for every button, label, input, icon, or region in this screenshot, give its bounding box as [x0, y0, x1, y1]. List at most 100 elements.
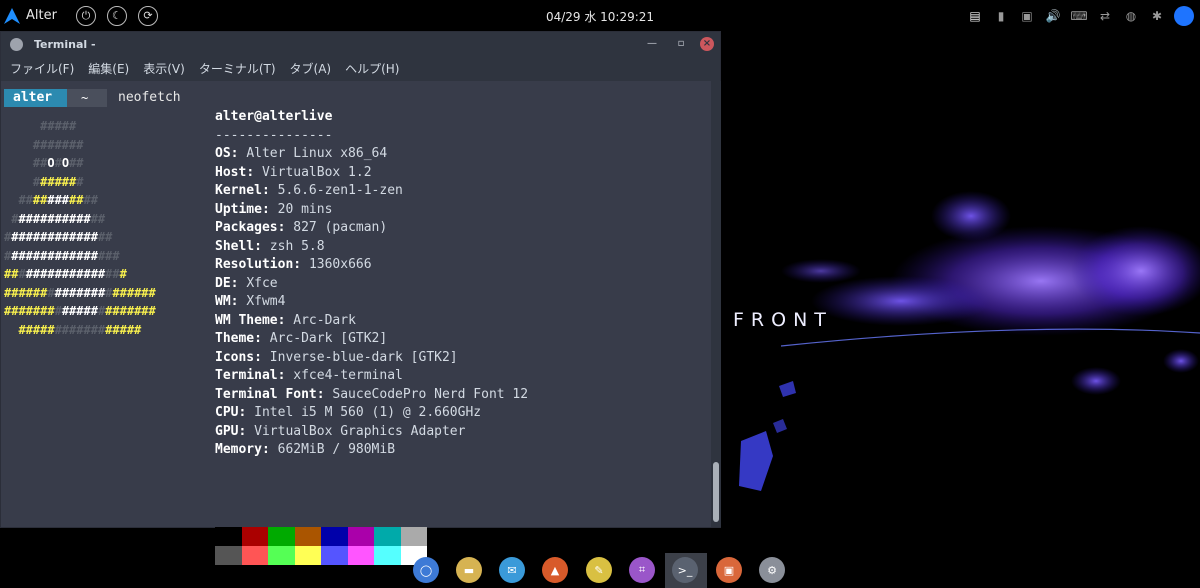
prompt-dir-segment: ~: [67, 89, 107, 107]
alter-logo-icon[interactable]: [3, 7, 21, 25]
dock: ◯ ▬ ✉ ▲ ✎ ⌗ >_ ▣ ⚙: [0, 548, 1200, 588]
info-user-host: alter@alterlive: [215, 109, 333, 124]
wallpaper: [739, 191, 1200, 491]
info-key: Uptime: [215, 201, 262, 217]
ascii-logo-segment: ##: [69, 156, 84, 170]
maximize-button[interactable]: ▫: [674, 37, 688, 51]
app-installer-icon[interactable]: ▣: [716, 557, 742, 583]
info-line: Theme: Arc-Dark [GTK2]: [215, 331, 388, 346]
desktop: FRONT Alter ⏻ ☾ ⟳ 04/29 水 10:29:21 ▤ ▮ ▣…: [0, 0, 1200, 588]
text-editor-icon[interactable]: ✎: [586, 557, 612, 583]
restart-icon: ⟳: [143, 9, 153, 22]
restart-button[interactable]: ⟳: [137, 5, 158, 26]
ascii-logo-segment: #####: [105, 322, 142, 337]
ascii-logo-segment: ##: [4, 156, 48, 170]
ascii-logo-segment: ##########: [18, 211, 91, 226]
palette-swatch: [241, 527, 268, 546]
ascii-logo-segment: ######: [112, 285, 156, 300]
menu-view[interactable]: 表示(V): [143, 60, 185, 77]
info-key: GPU: [215, 423, 239, 439]
volume-icon[interactable]: 🔊: [1046, 9, 1061, 23]
ascii-logo-segment: #######: [105, 304, 156, 318]
info-key: Host: [215, 164, 247, 180]
terminal-output[interactable]: alter ~ neofetch ##### ####### ##O#O## #…: [1, 81, 711, 565]
ascii-logo-segment: #: [18, 267, 26, 281]
window-title: Terminal -: [34, 37, 96, 51]
info-key: OS: [215, 146, 231, 161]
notification-icon[interactable]: ▣: [1020, 9, 1034, 23]
mail-icon[interactable]: ✉: [499, 557, 525, 583]
menu-help[interactable]: ヘルプ(H): [345, 60, 399, 77]
palette-swatch: [374, 527, 401, 546]
ascii-logo-segment: #######: [4, 137, 84, 152]
battery-icon[interactable]: ▮: [994, 9, 1008, 23]
browser-icon[interactable]: ◯: [413, 557, 439, 583]
info-key: Theme: [215, 331, 255, 346]
power-button[interactable]: ⏻: [75, 5, 96, 26]
info-key: Terminal: [215, 368, 278, 383]
ascii-logo-segment: #: [47, 285, 55, 300]
prompt-command: neofetch: [118, 90, 181, 105]
menu-terminal[interactable]: ターミナル(T): [199, 60, 276, 77]
window-titlebar[interactable]: Terminal - — ▫ ×: [1, 32, 720, 56]
info-key: Shell: [215, 238, 255, 254]
clipboard-icon[interactable]: ▤: [968, 9, 982, 23]
info-key: CPU: [215, 405, 239, 420]
clock[interactable]: 04/29 水 10:29:21: [530, 8, 670, 25]
ascii-logo-segment: ######: [4, 285, 48, 300]
info-key: Resolution: [215, 257, 294, 272]
applications-menu[interactable]: Alter: [26, 8, 57, 23]
ascii-logo-segment: ###: [47, 193, 70, 207]
menu-tabs[interactable]: タブ(A): [290, 60, 332, 77]
suspend-button[interactable]: ☾: [106, 5, 127, 26]
ascii-logo-segment: #######: [54, 285, 106, 300]
info-value: Inverse-blue-dark [GTK2]: [269, 349, 458, 365]
ascii-logo-segment: #: [54, 156, 62, 170]
ascii-logo-segment: ############: [11, 248, 98, 263]
vlc-icon[interactable]: ▲: [542, 557, 568, 583]
info-value: 662MiB / 980MiB: [277, 442, 396, 457]
power-icon: ⏻: [81, 9, 91, 22]
palette-swatch: [347, 527, 374, 546]
close-button[interactable]: ×: [700, 37, 714, 51]
ascii-logo-row: #####################: [4, 284, 156, 303]
info-line: WM: Xfwm4: [215, 294, 286, 309]
info-value: Intel i5 M 560 (1) @ 2.660GHz: [254, 405, 482, 420]
ascii-logo-row: ###############: [4, 228, 112, 247]
ascii-logo-segment: #######: [54, 322, 106, 337]
file-manager-icon[interactable]: ▬: [456, 557, 482, 583]
info-line: DE: Xfce: [215, 275, 278, 291]
info-line: Packages: 827 (pacman): [215, 220, 388, 235]
ascii-logo-row: #######: [4, 136, 84, 155]
info-line: Memory: 662MiB / 980MiB: [215, 442, 396, 457]
info-value: 1360x666: [308, 257, 372, 272]
window-app-icon[interactable]: [10, 37, 23, 51]
screenshot-icon[interactable]: ⌗: [629, 557, 655, 583]
info-value: VirtualBox 1.2: [261, 164, 372, 180]
user-avatar-icon[interactable]: [1174, 5, 1194, 26]
minimize-button[interactable]: —: [645, 37, 659, 51]
menu-file[interactable]: ファイル(F): [10, 60, 74, 77]
palette-swatch: [215, 527, 242, 546]
ascii-logo-segment: #######: [4, 304, 55, 318]
ascii-logo-row: #################: [4, 265, 127, 284]
settings-icon[interactable]: ⚙: [759, 557, 785, 583]
ascii-logo-segment: O: [47, 156, 55, 170]
ascii-logo-segment: ##: [97, 230, 113, 244]
ascii-logo-segment: ##: [90, 211, 106, 226]
keyboard-icon[interactable]: ⌨: [1070, 9, 1087, 23]
info-line: Shell: zsh 5.8: [215, 238, 325, 254]
menu-edit[interactable]: 編集(E): [88, 60, 129, 77]
network-icon[interactable]: ⇄: [1098, 9, 1112, 23]
info-key: Packages: [215, 220, 278, 235]
scrollbar-thumb[interactable]: [713, 462, 719, 522]
ascii-logo-segment: ##: [105, 267, 120, 281]
wallpaper-text: FRONT: [733, 309, 833, 331]
scrollbar[interactable]: [711, 81, 721, 527]
power-manager-icon[interactable]: ◍: [1124, 9, 1138, 23]
bluetooth-icon[interactable]: ✱: [1150, 9, 1164, 23]
terminal-icon[interactable]: >_: [672, 557, 698, 583]
ascii-logo-segment: #####: [4, 322, 55, 337]
info-line: Terminal: xfce4-terminal: [215, 368, 403, 383]
info-value: SauceCodePro Nerd Font 12: [332, 386, 529, 402]
